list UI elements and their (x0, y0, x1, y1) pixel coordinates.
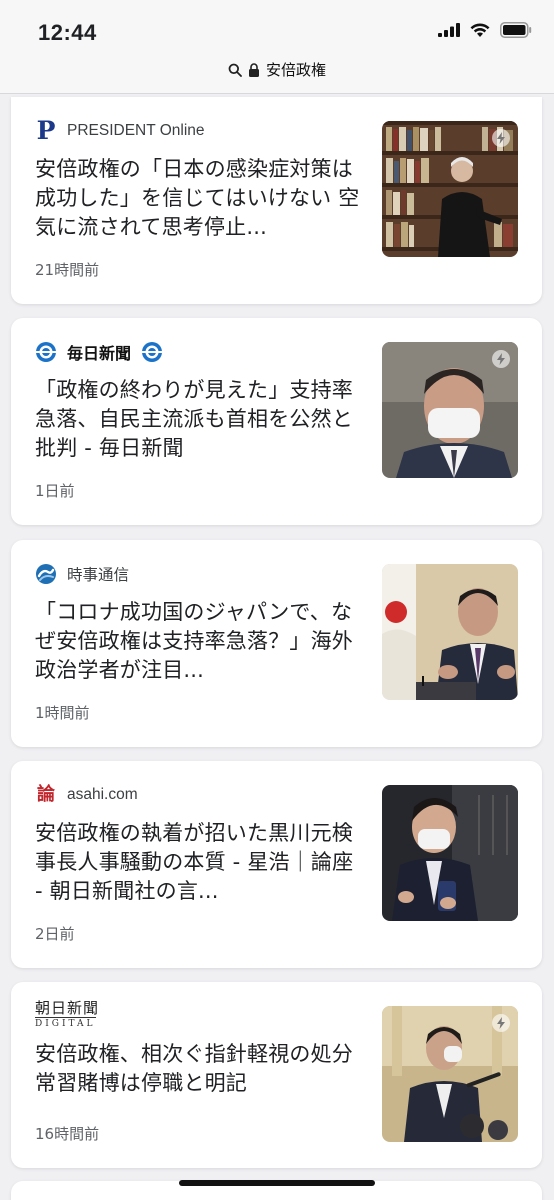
home-indicator[interactable] (179, 1180, 375, 1186)
cellular-signal-icon (438, 23, 460, 37)
news-card[interactable]: P PRESIDENT Online 安倍政権の「日本の感染症対策は成功した」を… (11, 97, 542, 304)
headline[interactable]: 安倍政権の「日本の感染症対策は成功した」を信じてはいけない 空気に流されて思考停… (35, 155, 365, 242)
source-subtitle: DIGITAL (35, 1017, 96, 1029)
article-thumbnail[interactable] (382, 342, 518, 478)
headline[interactable]: 安倍政権の執着が招いた黒川元検事長人事騒動の本質 - 星浩｜論座 - 朝日新聞社… (35, 819, 365, 906)
status-icons (438, 22, 532, 38)
article-thumbnail[interactable] (382, 564, 518, 700)
time-ago: 1時間前 (35, 704, 90, 722)
mainichi-logo-icon (142, 342, 163, 362)
source-name: 時事通信 (67, 567, 130, 584)
masked-official-image (382, 785, 518, 921)
search-icon (228, 63, 242, 77)
source-name: asahi.com (67, 786, 138, 803)
ronza-logo-icon: 論 (37, 784, 55, 805)
address-bar[interactable]: 安倍政権 (0, 46, 554, 94)
president-online-logo: P (36, 116, 56, 145)
news-card[interactable]: 時事通信 「コロナ成功国のジャパンで、なぜ安倍政権は支持率急落？」海外政治学者が… (11, 540, 542, 747)
news-source: 論 asahi.com (35, 783, 138, 807)
time-ago: 21時間前 (35, 261, 100, 279)
wifi-icon (470, 22, 490, 37)
headline[interactable]: 「政権の終わりが見えた」支持率急落、自民主流派も首相を公然と批判 - 毎日新聞 (35, 376, 365, 463)
news-source: 時事通信 (35, 562, 129, 586)
news-source: P PRESIDENT Online (35, 116, 205, 145)
source-name: 朝日新聞 (35, 999, 100, 1017)
headline[interactable]: 安倍政権、相次ぐ指針軽視の処分 常習賭博は停職と明記 (35, 1040, 365, 1098)
news-card[interactable]: 論 asahi.com 安倍政権の執着が招いた黒川元検事長人事騒動の本質 - 星… (11, 761, 542, 968)
amp-lightning-icon (492, 350, 510, 368)
article-thumbnail[interactable] (382, 121, 518, 257)
time-ago: 1日前 (35, 482, 75, 500)
news-card[interactable]: 毎日新聞 「政権の終わりが見えた」支持率急落、自民主流派も首相を公然と批判 - … (11, 318, 542, 525)
amp-lightning-icon (492, 129, 510, 147)
source-name: PRESIDENT Online (67, 122, 205, 139)
status-time: 12:44 (38, 20, 97, 45)
article-thumbnail[interactable] (382, 1006, 518, 1142)
amp-lightning-icon (492, 1014, 510, 1032)
source-name: 毎日新聞 (67, 344, 132, 363)
time-ago: 16時間前 (35, 1125, 100, 1143)
time-ago: 2日前 (35, 925, 75, 943)
address-text: 安倍政権 (265, 61, 326, 79)
news-source: 毎日新聞 (35, 340, 163, 364)
headline[interactable]: 「コロナ成功国のジャパンで、なぜ安倍政権は支持率急落？」海外政治学者が注目... (35, 598, 365, 685)
article-thumbnail[interactable] (382, 785, 518, 921)
battery-icon (500, 22, 532, 38)
mainichi-logo-icon (36, 342, 56, 362)
news-card[interactable]: 朝日新聞 DIGITAL 安倍政権、相次ぐ指針軽視の処分 常習賭博は停職と明記 … (11, 982, 542, 1168)
press-conference-image (382, 564, 518, 700)
jiji-logo-icon (36, 564, 56, 584)
news-source: 朝日新聞 DIGITAL (35, 1000, 99, 1030)
lock-icon (248, 62, 259, 77)
